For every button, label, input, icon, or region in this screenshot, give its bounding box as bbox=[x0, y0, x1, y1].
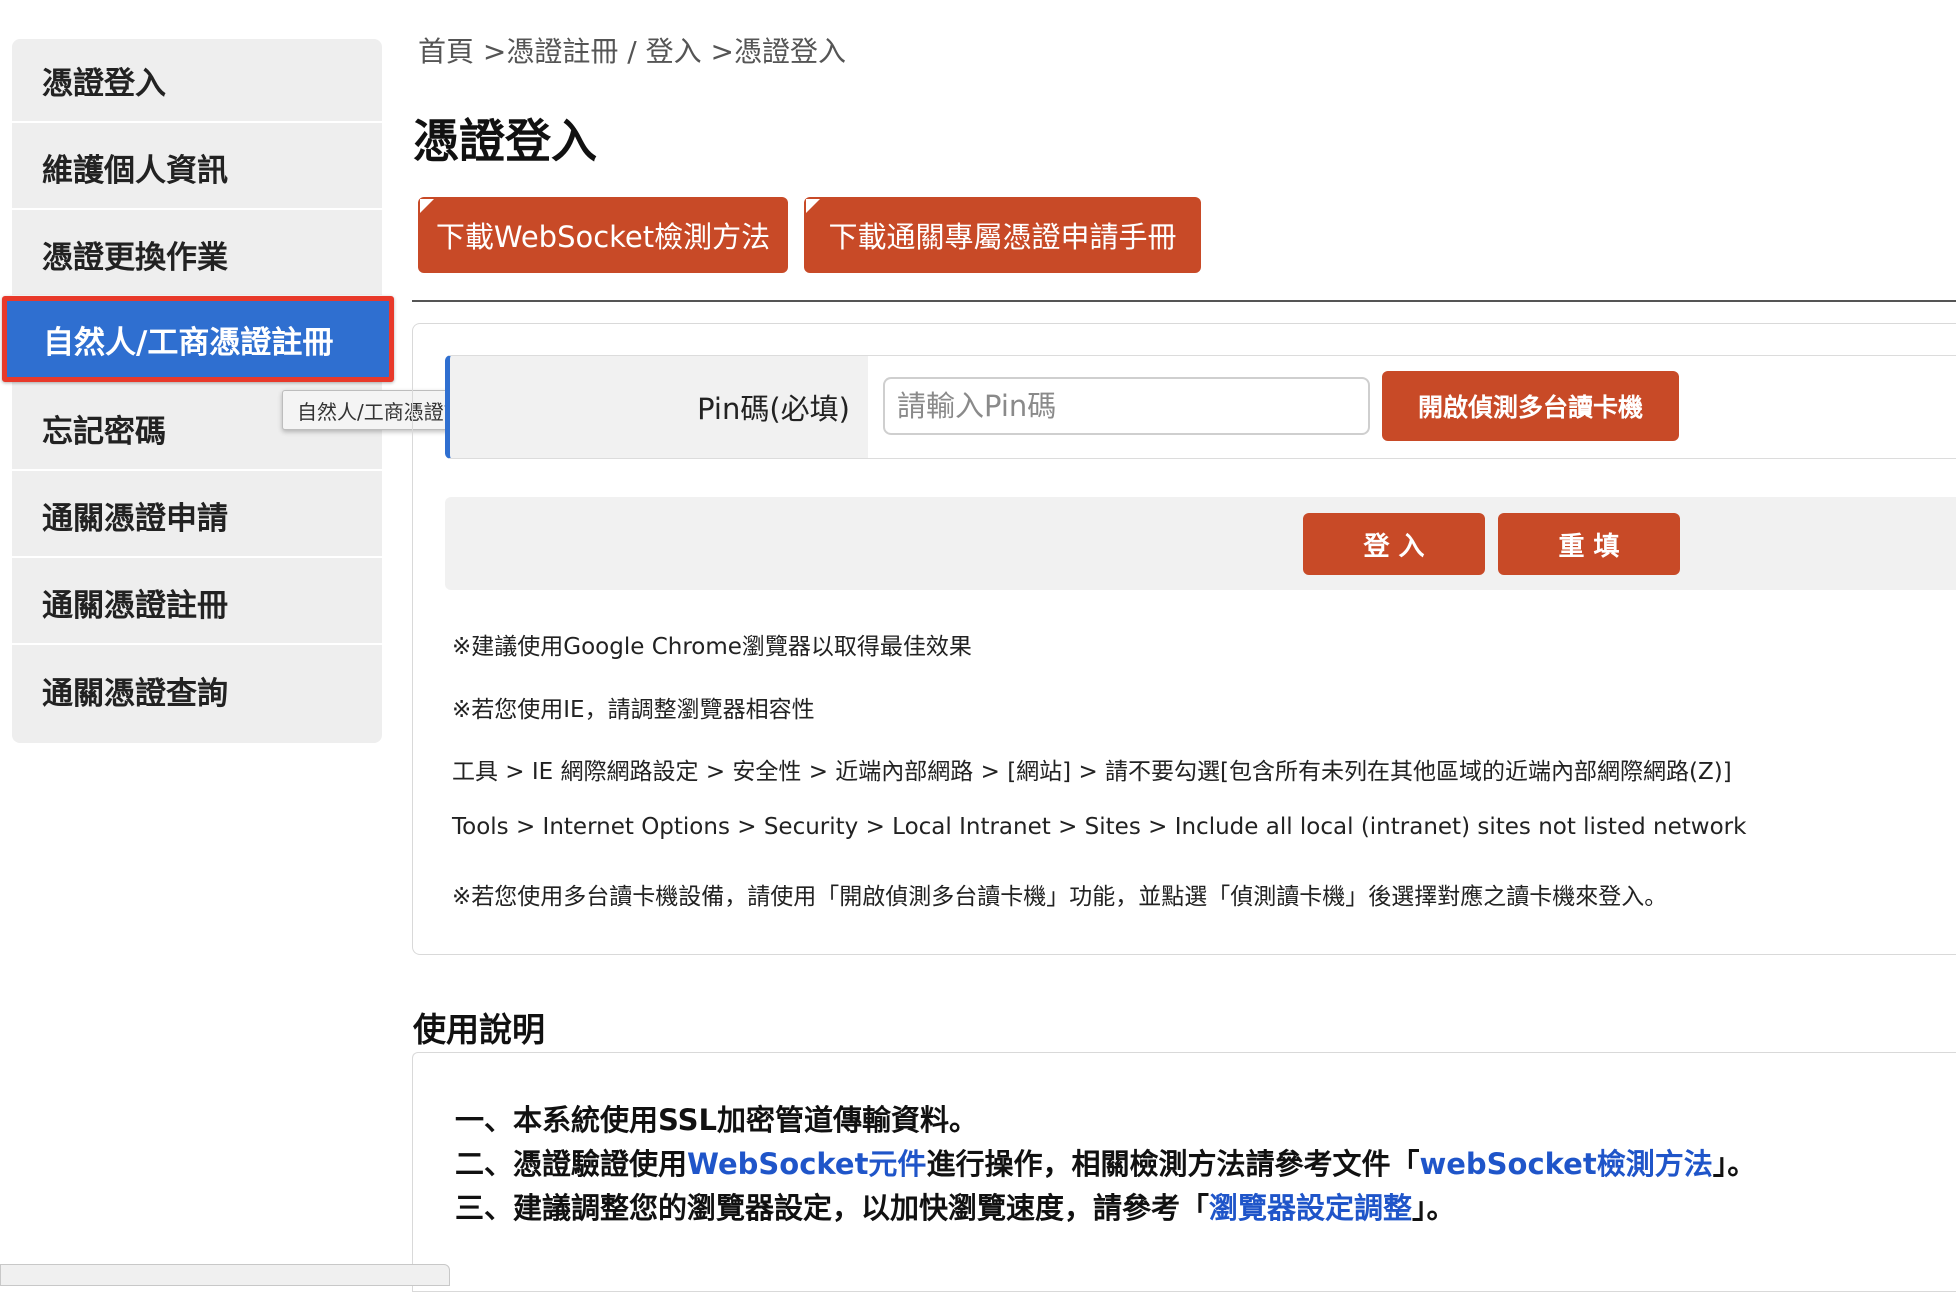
breadcrumb: 首頁 >憑證註冊 / 登入 >憑證登入 bbox=[418, 35, 846, 68]
sidebar-item-customs-certificate-apply[interactable]: 通關憑證申請 bbox=[12, 474, 382, 558]
sidebar-item-label: 自然人/工商憑證註冊 bbox=[43, 324, 334, 361]
header-divider bbox=[412, 300, 1956, 302]
detect-card-readers-button[interactable]: 開啟偵測多台讀卡機 bbox=[1382, 371, 1679, 441]
download-websocket-guide-label: 下載WebSocket檢測方法 bbox=[435, 220, 771, 254]
sidebar-item-label: 通關憑證註冊 bbox=[42, 587, 228, 624]
browser-status-bar bbox=[0, 1264, 450, 1286]
pin-label: Pin碼(必填) bbox=[697, 392, 850, 426]
sidebar-item-label: 維護個人資訊 bbox=[42, 152, 228, 189]
note-multiple-readers: ※若您使用多台讀卡機設備，請使用「開啟偵測多台讀卡機」功能，並點選「偵測讀卡機」… bbox=[452, 884, 1668, 910]
usage-line-2: 二、憑證驗證使用WebSocket元件進行操作，相關檢測方法請參考文件「webS… bbox=[455, 1141, 1756, 1183]
sidebar-item-certificate-renewal[interactable]: 憑證更換作業 bbox=[12, 213, 382, 297]
note-ie-settings-en: Tools > Internet Options > Security > Lo… bbox=[452, 814, 1747, 840]
download-websocket-guide-button[interactable]: 下載WebSocket檢測方法 bbox=[418, 197, 788, 273]
sidebar-item-label: 忘記密碼 bbox=[42, 413, 166, 450]
browser-settings-link[interactable]: 瀏覽器設定調整 bbox=[1209, 1191, 1412, 1225]
sidebar-item-certificate-login[interactable]: 憑證登入 bbox=[12, 39, 382, 123]
pin-label-cell: Pin碼(必填) bbox=[450, 356, 868, 458]
login-button[interactable]: 登 入 bbox=[1303, 513, 1485, 575]
pin-input[interactable] bbox=[883, 377, 1370, 435]
sidebar-item-label: 憑證更換作業 bbox=[42, 239, 228, 276]
usage-line-2-suffix: 」。 bbox=[1712, 1147, 1757, 1181]
usage-line-3-suffix: 」。 bbox=[1412, 1191, 1456, 1225]
page-title: 憑證登入 bbox=[413, 114, 597, 168]
reset-button-label: 重 填 bbox=[1558, 531, 1620, 562]
usage-line-2-prefix: 二、憑證驗證使用 bbox=[455, 1147, 688, 1181]
detect-card-readers-label: 開啟偵測多台讀卡機 bbox=[1417, 393, 1643, 422]
sidebar-item-customs-certificate-register[interactable]: 通關憑證註冊 bbox=[12, 561, 382, 645]
sidebar-item-customs-certificate-query[interactable]: 通關憑證查詢 bbox=[12, 648, 382, 732]
usage-section-title: 使用說明 bbox=[413, 1010, 545, 1049]
websocket-guide-link[interactable]: webSocket檢測方法 bbox=[1419, 1147, 1712, 1181]
sidebar-item-label: 憑證登入 bbox=[42, 65, 166, 102]
usage-line-2-middle: 進行操作，相關檢測方法請參考文件「 bbox=[926, 1147, 1420, 1181]
action-button-row bbox=[445, 497, 1956, 590]
sidebar-item-maintain-profile[interactable]: 維護個人資訊 bbox=[12, 126, 382, 210]
download-certificate-manual-button[interactable]: 下載通關專屬憑證申請手冊 bbox=[804, 197, 1201, 273]
reset-button[interactable]: 重 填 bbox=[1498, 513, 1680, 575]
sidebar-item-label: 通關憑證申請 bbox=[42, 500, 228, 537]
usage-line-3: 三、建議調整您的瀏覽器設定，以加快瀏覽速度，請參考「瀏覽器設定調整」。 bbox=[455, 1185, 1456, 1227]
login-button-label: 登 入 bbox=[1363, 531, 1425, 562]
download-certificate-manual-label: 下載通關專屬憑證申請手冊 bbox=[828, 220, 1177, 254]
sidebar-item-label: 通關憑證查詢 bbox=[42, 675, 228, 712]
sidebar-item-citizen-certificate-register[interactable]: 自然人/工商憑證註冊 bbox=[2, 296, 394, 382]
usage-line-3-prefix: 三、建議調整您的瀏覽器設定，以加快瀏覽速度，請參考「 bbox=[455, 1191, 1210, 1225]
websocket-component-link[interactable]: WebSocket元件 bbox=[687, 1147, 926, 1181]
note-ie-settings-zh: 工具 > IE 網際網路設定 > 安全性 > 近端內部網路 > [網站] > 請… bbox=[452, 759, 1732, 785]
note-chrome-recommendation: ※建議使用Google Chrome瀏覽器以取得最佳效果 bbox=[452, 634, 972, 660]
note-ie-compatibility: ※若您使用IE，請調整瀏覽器相容性 bbox=[452, 697, 815, 723]
usage-line-1: 一、本系統使用SSL加密管道傳輸資料。 bbox=[455, 1103, 978, 1137]
